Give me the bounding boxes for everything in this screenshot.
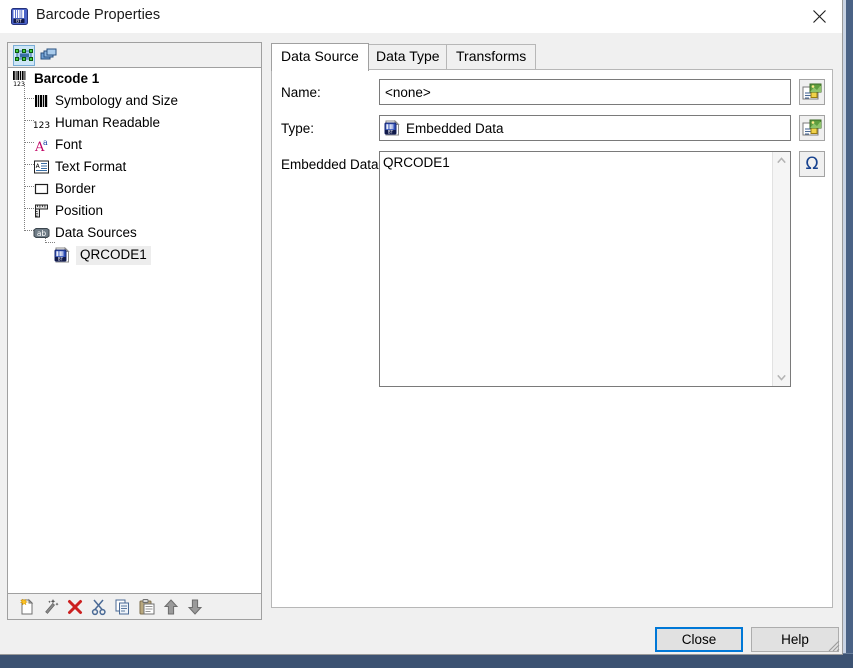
barcode-bars-icon bbox=[33, 93, 51, 109]
arrow-down-icon[interactable] bbox=[186, 598, 206, 617]
embedded-data-label: Embedded Data: bbox=[281, 157, 383, 172]
svg-text:a: a bbox=[43, 138, 48, 147]
svg-text:ab: ab bbox=[37, 229, 47, 238]
selected-object-button[interactable] bbox=[13, 45, 35, 66]
object-tree-pane: 123 Barcode 1 Symbology and Size 123 Hum… bbox=[7, 42, 262, 620]
border-square-icon bbox=[33, 181, 51, 197]
resize-grip[interactable] bbox=[826, 638, 840, 652]
svg-text:123: 123 bbox=[13, 81, 25, 87]
title-bar: BT Barcode Properties bbox=[0, 0, 842, 33]
tree-item-symbology-and-size[interactable]: Symbology and Size bbox=[33, 90, 178, 112]
tree-body[interactable]: 123 Barcode 1 Symbology and Size 123 Hum… bbox=[8, 68, 261, 593]
tree-item-barcode-1[interactable]: 123 Barcode 1 bbox=[12, 68, 99, 90]
name-data-source-wizard-button[interactable] bbox=[799, 79, 825, 105]
tab-strip: Data Source Data Type Transforms bbox=[271, 43, 833, 71]
tree-item-label: Data Sources bbox=[55, 225, 137, 240]
tree-item-label: Text Format bbox=[55, 159, 127, 174]
font-A-icon: A a bbox=[33, 137, 51, 155]
desktop-taskbar-strip bbox=[0, 653, 853, 668]
svg-text:BT: BT bbox=[16, 18, 22, 24]
tree-item-font[interactable]: A a Font bbox=[33, 134, 82, 156]
svg-text:123: 123 bbox=[33, 121, 50, 131]
ab-data-sources-icon: ab bbox=[33, 225, 51, 241]
red-x-icon[interactable] bbox=[66, 598, 86, 617]
ruler-position-icon bbox=[33, 203, 51, 219]
tree-item-label: Symbology and Size bbox=[55, 93, 179, 108]
tree-item-label: Position bbox=[55, 203, 104, 218]
paste-icon[interactable] bbox=[138, 598, 158, 617]
close-button[interactable]: Close bbox=[655, 627, 743, 652]
tree-item-label: QRCODE1 bbox=[76, 245, 151, 265]
svg-text:BT: BT bbox=[388, 129, 394, 134]
magic-wand-icon[interactable] bbox=[42, 598, 62, 617]
close-icon[interactable] bbox=[797, 0, 842, 33]
arrow-up-icon[interactable] bbox=[162, 598, 182, 617]
chevron-up-icon[interactable] bbox=[773, 152, 790, 169]
digits-123-icon: 123 bbox=[33, 115, 51, 131]
barcode-icon: BT bbox=[11, 8, 28, 25]
embedded-data-textarea[interactable] bbox=[380, 152, 772, 386]
tab-data-type[interactable]: Data Type bbox=[366, 44, 450, 70]
name-input[interactable] bbox=[379, 79, 791, 105]
tree-item-label: Human Readable bbox=[55, 115, 161, 130]
tree-item-position[interactable]: Position bbox=[33, 200, 103, 222]
type-value: Embedded Data bbox=[406, 120, 504, 136]
tree-item-text-format[interactable]: A Text Format bbox=[33, 156, 126, 178]
tab-label: Data Source bbox=[281, 48, 359, 64]
tree-footer-toolbar bbox=[8, 593, 261, 619]
embedded-data-icon: BT bbox=[384, 119, 401, 136]
tree-item-border[interactable]: Border bbox=[33, 178, 96, 200]
type-label: Type: bbox=[281, 121, 315, 136]
name-label: Name: bbox=[281, 85, 321, 100]
tab-data-source[interactable]: Data Source bbox=[271, 43, 369, 71]
tab-label: Transforms bbox=[456, 48, 527, 64]
type-field[interactable]: BT Embedded Data bbox=[379, 115, 791, 141]
embedded-data-field bbox=[379, 151, 791, 387]
window-title: Barcode Properties bbox=[36, 7, 161, 23]
svg-text:BT: BT bbox=[58, 256, 64, 261]
type-data-source-wizard-button[interactable] bbox=[799, 115, 825, 141]
tab-label: Data Type bbox=[376, 48, 440, 64]
special-character-button[interactable]: Ω bbox=[799, 151, 825, 177]
embedded-data-icon: BT bbox=[54, 246, 72, 263]
scissors-icon[interactable] bbox=[90, 598, 110, 617]
barcode-123-icon: 123 bbox=[12, 71, 30, 88]
tree-item-human-readable[interactable]: 123 Human Readable bbox=[33, 112, 160, 134]
text-format-icon: A bbox=[33, 159, 51, 175]
all-objects-button[interactable] bbox=[39, 45, 61, 66]
embedded-data-scrollbar[interactable] bbox=[772, 152, 790, 386]
barcode-properties-dialog: BT Barcode Properties 123 Barcode 1 Symb… bbox=[0, 0, 843, 655]
copy-icon[interactable] bbox=[114, 598, 134, 617]
chevron-down-icon[interactable] bbox=[773, 369, 790, 386]
tree-item-label: Barcode 1 bbox=[34, 71, 100, 86]
tree-item-qrcode1[interactable]: BT QRCODE1 bbox=[54, 244, 151, 266]
new-document-icon[interactable] bbox=[18, 598, 38, 617]
background-window-edge bbox=[843, 0, 853, 668]
omega-icon: Ω bbox=[805, 154, 819, 174]
tree-toolbar bbox=[8, 43, 261, 68]
tree-item-data-sources[interactable]: ab Data Sources bbox=[33, 222, 137, 244]
tree-item-label: Font bbox=[55, 137, 83, 152]
tab-transforms[interactable]: Transforms bbox=[446, 44, 537, 70]
tree-item-label: Border bbox=[55, 181, 96, 196]
